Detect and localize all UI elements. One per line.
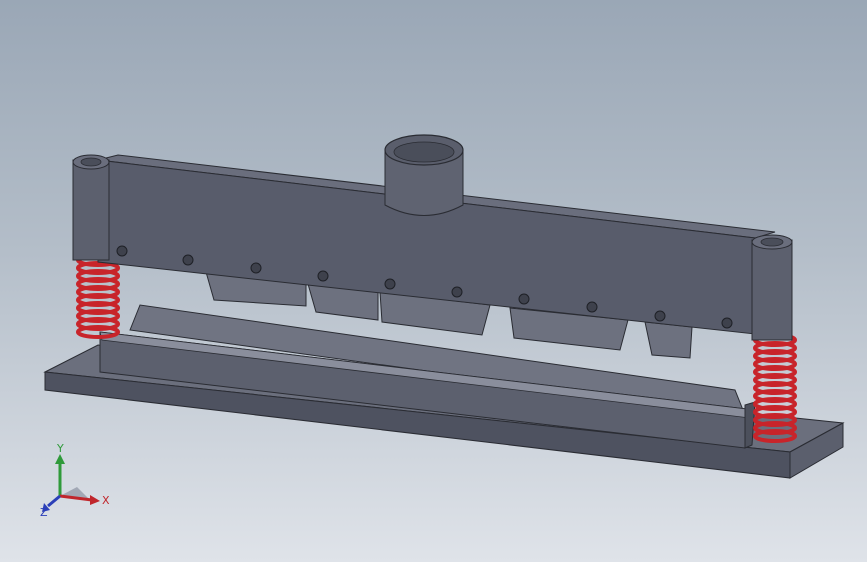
cad-viewport[interactable]: Y X Z xyxy=(0,0,867,562)
x-axis-line xyxy=(59,494,93,502)
right-guide-post[interactable] xyxy=(751,234,793,341)
y-axis-arrow xyxy=(55,454,65,464)
cylinder-mount[interactable] xyxy=(384,134,464,216)
coordinate-triad[interactable]: Y X Z xyxy=(30,440,120,530)
x-axis-arrow xyxy=(90,495,100,505)
y-axis-label: Y xyxy=(56,442,64,455)
x-axis-label: X xyxy=(102,494,110,507)
left-spring xyxy=(76,253,120,339)
right-spring xyxy=(753,333,797,443)
press-die-model[interactable] xyxy=(0,0,867,562)
z-axis-label: Z xyxy=(40,506,48,519)
z-axis-line xyxy=(47,494,61,508)
left-guide-post[interactable] xyxy=(72,154,110,261)
